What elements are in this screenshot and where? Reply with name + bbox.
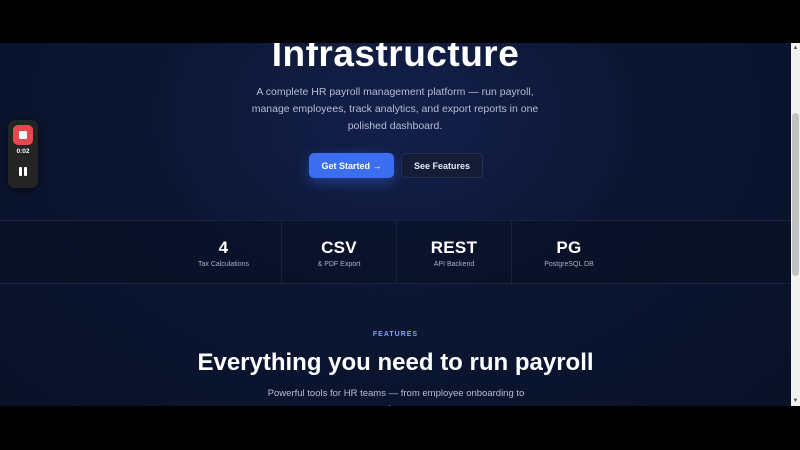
stat-tax-calculations: 4 Tax Calculations	[166, 221, 281, 285]
features-eyebrow: FEATURES	[372, 331, 419, 338]
stat-export: CSV & PDF Export	[281, 221, 396, 285]
features-subtitle: Powerful tools for HR teams — from emplo…	[267, 388, 525, 406]
hero-subtitle: A complete HR payroll management platfor…	[251, 86, 539, 132]
scroll-thumb[interactable]	[792, 113, 799, 276]
stat-label: Tax Calculations	[198, 261, 249, 268]
stat-value: PG	[556, 238, 582, 257]
stat-value: REST	[430, 238, 478, 257]
scroll-down-arrow-icon[interactable]: ▼	[791, 396, 800, 406]
features-title: Everything you need to run payroll	[197, 349, 594, 376]
stat-label: & PDF Export	[317, 261, 361, 268]
stat-database: PG PostgreSQL DB	[511, 221, 626, 285]
pause-icon[interactable]	[16, 164, 30, 178]
stop-square	[19, 131, 27, 139]
scroll-up-arrow-icon[interactable]: ▲	[791, 43, 800, 53]
letterbox-top	[0, 0, 800, 43]
pause-bar	[24, 166, 27, 176]
page-scrollbar[interactable]: ▲ ▼	[791, 43, 800, 406]
stat-api-backend: REST API Backend	[396, 221, 511, 285]
see-features-button[interactable]: See Features	[401, 153, 483, 178]
stop-record-icon[interactable]	[13, 125, 33, 145]
screen-recorder-widget: 0:02	[8, 120, 38, 188]
stat-value: 4	[218, 238, 229, 257]
hero-title: Infrastructure	[271, 43, 520, 74]
letterbox-bottom	[0, 406, 800, 450]
get-started-button[interactable]: Get Started →	[309, 153, 394, 178]
page-viewport: Infrastructure A complete HR payroll man…	[0, 43, 791, 406]
stat-label: PostgreSQL DB	[544, 261, 594, 268]
recording-timer: 0:02	[16, 148, 30, 155]
stats-band: 4 Tax Calculations CSV & PDF Export REST…	[0, 220, 791, 285]
stat-label: API Backend	[433, 261, 475, 268]
pause-bar	[19, 166, 22, 176]
stat-value: CSV	[321, 238, 357, 257]
